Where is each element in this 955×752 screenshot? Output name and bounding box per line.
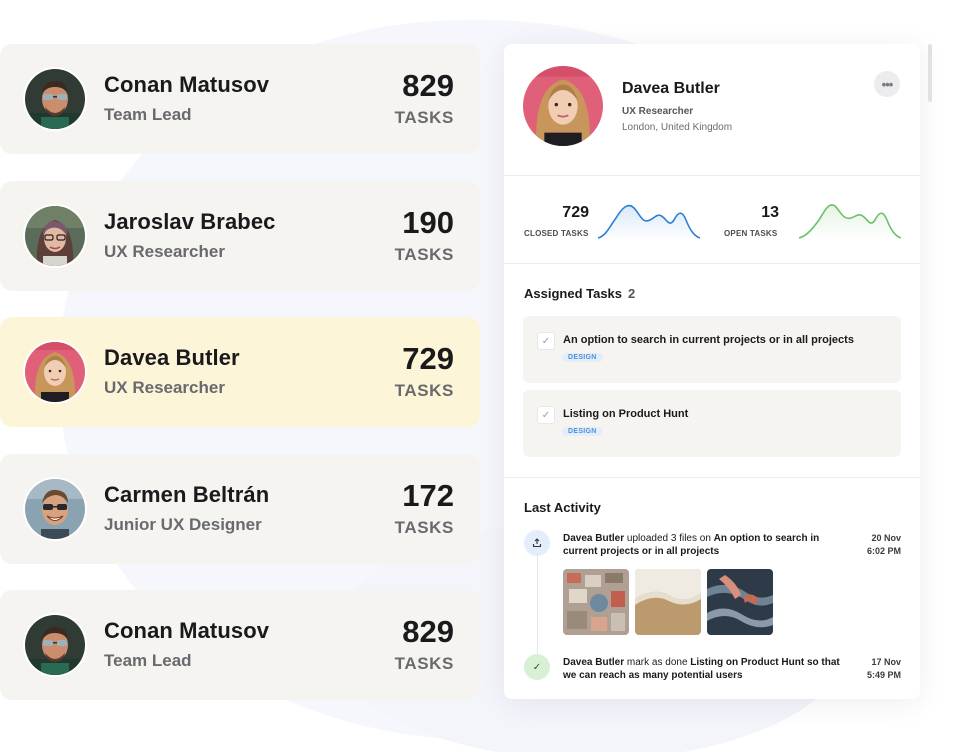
assigned-tasks-title: Assigned Tasks	[524, 286, 623, 301]
open-tasks-sparkline	[799, 204, 901, 240]
check-icon: ✓	[541, 409, 551, 421]
activity-actor: Davea Butler	[563, 533, 625, 544]
task-tag: DESIGN	[562, 427, 603, 436]
person-role: UX Researcher	[104, 242, 225, 261]
person-card[interactable]: Carmen Beltrán Junior UX Designer 172 TA…	[0, 454, 480, 564]
task-count-label: TASKS	[394, 108, 454, 127]
task-count: 190	[402, 205, 454, 240]
last-activity-title: Last Activity	[524, 500, 601, 515]
person-name: Davea Butler	[104, 345, 240, 370]
avatar	[25, 615, 85, 675]
avatar	[25, 69, 85, 129]
activity-timestamp: 17 Nov 5:49 PM	[841, 656, 901, 682]
task-count-label: TASKS	[394, 381, 454, 400]
avatar	[25, 206, 85, 266]
profile-panel: Davea Butler UX Researcher London, Unite…	[504, 44, 920, 699]
person-card[interactable]: Jaroslav Brabec UX Researcher 190 TASKS	[0, 181, 480, 291]
attachment-thumbnail[interactable]	[635, 569, 701, 635]
task-count: 729	[402, 341, 454, 376]
task-count-label: TASKS	[394, 518, 454, 537]
activity-verb: mark as done	[624, 657, 691, 668]
activity-time: 6:02 PM	[866, 546, 901, 556]
person-role: UX Researcher	[104, 378, 225, 397]
task-count: 172	[402, 478, 454, 513]
activity-text: Davea Butler mark as done Listing on Pro…	[563, 656, 848, 682]
person-name: Carmen Beltrán	[104, 482, 270, 507]
more-options-button[interactable]: •••	[874, 71, 900, 97]
task-title: An option to search in current projects …	[563, 334, 854, 346]
assigned-tasks-heading: Assigned Tasks 2	[524, 286, 635, 301]
person-role: Team Lead	[104, 651, 192, 670]
panel-scrollbar[interactable]	[928, 44, 932, 102]
open-tasks-label: OPEN TASKS	[724, 229, 778, 238]
closed-tasks-value: 729	[562, 204, 589, 221]
task-checkbox[interactable]: ✓	[537, 332, 555, 350]
task-item[interactable]: ✓ Listing on Product Hunt DESIGN	[523, 390, 901, 457]
check-icon: ✓	[524, 654, 550, 680]
activity-date: 20 Nov	[871, 533, 901, 543]
activity-timestamp: 20 Nov 6:02 PM	[841, 532, 901, 558]
check-icon: ✓	[541, 335, 551, 347]
activity-date: 17 Nov	[871, 657, 901, 667]
person-card-selected[interactable]: Davea Butler UX Researcher 729 TASKS	[0, 317, 480, 427]
open-tasks-value: 13	[761, 204, 779, 221]
closed-tasks-sparkline	[598, 204, 700, 240]
person-role: Junior UX Designer	[104, 515, 262, 534]
person-card[interactable]: Conan Matusov Team Lead 829 TASKS	[0, 44, 480, 154]
upload-icon	[524, 530, 550, 556]
task-count-label: TASKS	[394, 654, 454, 673]
more-horizontal-icon: •••	[881, 76, 894, 92]
person-role: Team Lead	[104, 105, 192, 124]
timeline-line	[537, 543, 538, 663]
person-card[interactable]: Conan Matusov Team Lead 829 TASKS	[0, 590, 480, 700]
person-name: Conan Matusov	[104, 618, 270, 643]
avatar	[25, 479, 85, 539]
task-checkbox[interactable]: ✓	[537, 406, 555, 424]
profile-avatar	[523, 66, 603, 146]
profile-name: Davea Butler	[622, 80, 720, 97]
person-name: Jaroslav Brabec	[104, 209, 276, 234]
task-count-label: TASKS	[394, 245, 454, 264]
activity-verb: uploaded 3 files on	[624, 533, 714, 544]
divider	[504, 175, 920, 176]
attachment-thumbnail[interactable]	[707, 569, 773, 635]
attachment-thumbnail[interactable]	[563, 569, 629, 635]
task-title: Listing on Product Hunt	[563, 408, 689, 420]
task-item[interactable]: ✓ An option to search in current project…	[523, 316, 901, 383]
activity-actor: Davea Butler	[563, 657, 625, 668]
activity-text: Davea Butler uploaded 3 files on An opti…	[563, 532, 848, 558]
assigned-tasks-count: 2	[628, 286, 636, 301]
closed-tasks-label: CLOSED TASKS	[524, 229, 589, 238]
task-tag: DESIGN	[562, 353, 603, 362]
task-count: 829	[402, 68, 454, 103]
divider	[504, 263, 920, 264]
activity-time: 5:49 PM	[866, 670, 901, 680]
profile-location: London, United Kingdom	[622, 122, 733, 133]
divider	[504, 477, 920, 478]
task-count: 829	[402, 614, 454, 649]
profile-role: UX Researcher	[622, 106, 694, 117]
person-name: Conan Matusov	[104, 72, 270, 97]
avatar	[25, 342, 85, 402]
